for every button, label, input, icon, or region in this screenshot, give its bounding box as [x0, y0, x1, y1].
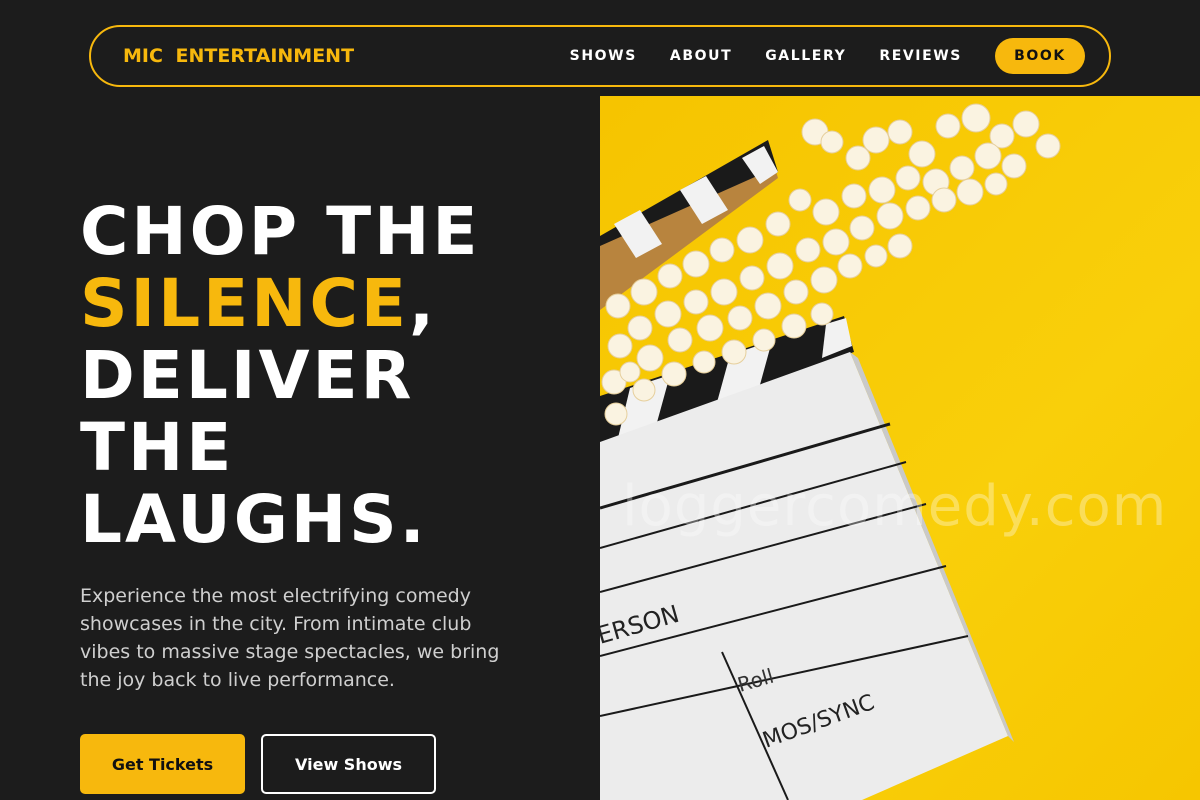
nav-links: SHOWS ABOUT GALLERY REVIEWS BOOK — [570, 38, 1085, 74]
headline-line-2: DELIVER — [80, 337, 415, 414]
nav-link-shows[interactable]: SHOWS — [570, 48, 637, 64]
watermark-text: loggercomedy.com — [622, 474, 1168, 539]
hero-description: Experience the most electrifying comedy … — [80, 585, 500, 691]
headline-comma: , — [409, 265, 438, 342]
clapperboard-popcorn-illustration: ERSON Roll MOS/SYNC — [600, 103, 1061, 800]
headline-line-3: THE — [80, 409, 235, 486]
brand-logo[interactable]: MIC ENTERTAINMENT — [123, 45, 354, 67]
headline-line-1: CHOP THE — [80, 193, 481, 270]
nav-link-reviews[interactable]: REVIEWS — [879, 48, 962, 64]
book-button[interactable]: BOOK — [995, 38, 1085, 74]
hero-image: ERSON Roll MOS/SYNC loggercomedy.com — [600, 96, 1200, 800]
nav-link-gallery[interactable]: GALLERY — [765, 48, 846, 64]
view-shows-button[interactable]: View Shows — [261, 734, 436, 794]
hero-headline: CHOP THE SILENCE, DELIVER THE LAUGHS. — [80, 196, 550, 556]
get-tickets-button[interactable]: Get Tickets — [80, 734, 245, 794]
headline-line-4: LAUGHS. — [80, 481, 428, 558]
headline-highlight: SILENCE — [80, 265, 409, 342]
top-navbar: MIC ENTERTAINMENT SHOWS ABOUT GALLERY RE… — [89, 25, 1111, 87]
nav-link-about[interactable]: ABOUT — [670, 48, 732, 64]
